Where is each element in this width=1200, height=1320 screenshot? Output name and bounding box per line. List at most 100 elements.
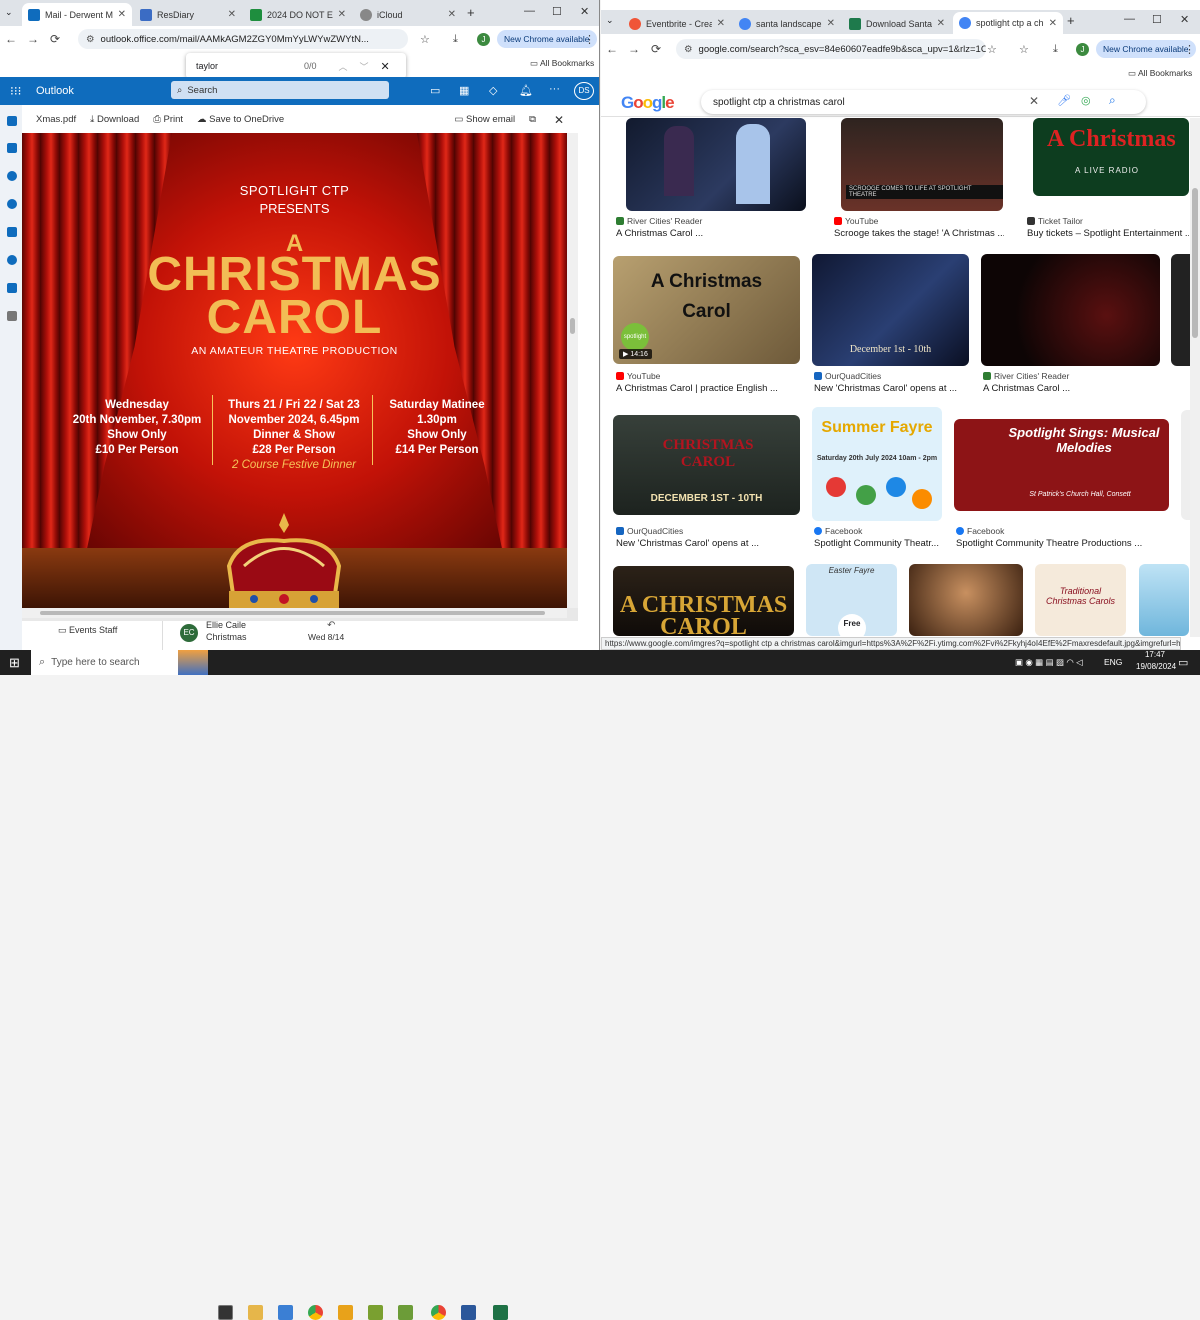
result-source[interactable]: Facebook <box>814 526 862 536</box>
app-launcher-icon[interactable]: ⁝⁝⁝ <box>10 84 21 98</box>
result-caption[interactable]: A Christmas Carol | practice English ... <box>616 383 796 394</box>
result-source[interactable]: YouTube <box>616 371 660 381</box>
popout-icon[interactable]: ⧉ <box>529 114 536 125</box>
close-window-button[interactable]: ✕ <box>1180 13 1189 26</box>
maximize-button[interactable]: ☐ <box>552 5 562 18</box>
minimize-button[interactable]: — <box>1124 13 1135 25</box>
all-bookmarks[interactable]: ▭ All Bookmarks <box>1128 68 1192 79</box>
back-button[interactable]: ← <box>0 32 22 46</box>
result-source[interactable]: Ticket Tailor <box>1027 216 1083 226</box>
pdf-vertical-scrollbar[interactable] <box>567 133 578 608</box>
pdf-horizontal-scrollbar[interactable] <box>22 608 567 618</box>
user-avatar[interactable]: DS <box>574 82 594 100</box>
taskbar-search-input[interactable]: ⌕ Type here to search <box>31 650 208 675</box>
result-image-7[interactable]: CHRISTMAS CAROL DECEMBER 1ST - 10TH <box>613 415 800 515</box>
result-caption[interactable]: New 'Christmas Carol' opens at ... <box>616 538 796 549</box>
folder-events-staff[interactable]: ▭ Events Staff <box>58 625 117 636</box>
new-tab-button[interactable]: + <box>467 5 475 20</box>
mail-icon[interactable] <box>7 116 17 126</box>
reload-button[interactable]: ⟳ <box>44 32 66 46</box>
close-tab-icon[interactable]: ✕ <box>228 9 236 20</box>
forward-button[interactable]: → <box>22 32 44 46</box>
result-source[interactable]: Facebook <box>956 526 1004 536</box>
app-icon[interactable] <box>368 1305 383 1320</box>
bookmark-star-icon[interactable]: ☆ <box>420 33 430 46</box>
result-image-3[interactable]: A Christmas A LIVE RADIO <box>1033 118 1189 196</box>
tab-icloud[interactable]: iCloud ✕ <box>354 3 462 26</box>
new-tab-button[interactable]: + <box>1067 13 1075 28</box>
meet-icon[interactable]: ▭ <box>430 84 440 97</box>
tab-download-santa[interactable]: Download Santa Cl ✕ <box>843 12 951 35</box>
message-subject[interactable]: Christmas <box>206 632 247 642</box>
more-icon[interactable]: ··· <box>549 83 560 95</box>
tab-mail[interactable]: Mail - Derwent Mai ✕ <box>22 3 132 26</box>
google-search-input[interactable]: spotlight ctp a christmas carol ✕ 🎤︎ ◎ ⌕ <box>701 90 1146 114</box>
result-source[interactable]: River Cities' Reader <box>983 371 1069 381</box>
close-preview-icon[interactable]: ✕ <box>554 113 564 127</box>
profile-avatar[interactable]: J <box>1076 43 1089 56</box>
tray-icons[interactable]: ▣ ◉ ▦ ▤ ▨ ◠ ◁ <box>1015 657 1083 668</box>
bookmark-star-icon[interactable]: ☆ <box>987 43 997 56</box>
word-icon[interactable] <box>461 1305 476 1320</box>
tab-eventbrite[interactable]: Eventbrite - Create ✕ <box>623 12 731 35</box>
close-window-button[interactable]: ✕ <box>580 5 589 18</box>
result-source[interactable]: River Cities' Reader <box>616 216 702 226</box>
people-icon[interactable] <box>7 171 17 181</box>
result-image-1[interactable] <box>626 118 806 211</box>
find-prev-icon[interactable]: ︿ <box>339 60 348 73</box>
sticky-notes-icon[interactable] <box>338 1305 353 1320</box>
result-caption[interactable]: Buy tickets – Spotlight Entertainment ..… <box>1027 228 1189 239</box>
calculator-icon[interactable] <box>278 1305 293 1320</box>
find-close-icon[interactable]: ✕ <box>381 60 390 73</box>
result-image-4[interactable]: A Christmas Carol spotlight ▶ 14:16 <box>613 256 800 364</box>
notifications-icon[interactable]: ▭ <box>1178 656 1188 669</box>
file-explorer-icon[interactable] <box>248 1305 263 1320</box>
close-tab-icon[interactable]: ✕ <box>448 9 456 20</box>
print-button[interactable]: ⎙ Print <box>153 114 183 125</box>
groups-icon[interactable] <box>7 199 17 209</box>
teams-icon[interactable] <box>7 283 17 293</box>
new-chrome-button[interactable]: New Chrome available <box>497 30 597 48</box>
language-indicator[interactable]: ENG <box>1104 657 1122 667</box>
result-caption[interactable]: Spotlight Community Theatre Productions … <box>956 538 1181 549</box>
lens-icon[interactable]: ◎ <box>1081 94 1091 107</box>
result-image-9[interactable]: Spotlight Sings: Musical Melodies St Pat… <box>954 419 1169 511</box>
microphone-icon[interactable]: 🎤︎ <box>1057 94 1071 107</box>
tab-sheet[interactable]: 2024 DO NOT EDIT ✕ <box>244 3 352 26</box>
result-caption[interactable]: New 'Christmas Carol' opens at ... <box>814 383 974 394</box>
minimize-button[interactable]: — <box>524 5 535 17</box>
outlook-search-input[interactable]: ⌕ Search <box>171 81 389 99</box>
search-icon[interactable]: ⌕ <box>1109 93 1116 108</box>
result-source[interactable]: YouTube <box>834 216 878 226</box>
extension-icon[interactable]: ☆ <box>1019 43 1029 56</box>
result-caption[interactable]: A Christmas Carol ... <box>616 228 796 239</box>
app-icon[interactable] <box>398 1305 413 1320</box>
result-image-11[interactable]: Easter Fayre Free <box>806 564 897 636</box>
close-tab-icon[interactable]: ✕ <box>937 18 945 29</box>
address-bar[interactable]: ⚙ google.com/search?sca_esv=84e60607eadf… <box>676 39 986 59</box>
forward-button[interactable]: → <box>623 42 645 56</box>
close-tab-icon[interactable]: ✕ <box>338 9 346 20</box>
result-source[interactable]: OurQuadCities <box>814 371 881 381</box>
clear-search-icon[interactable]: ✕ <box>1029 94 1039 108</box>
result-image-13[interactable]: Traditional Christmas Carols <box>1035 564 1126 636</box>
results-scrollbar[interactable] <box>1190 118 1200 637</box>
download-icon[interactable]: ⤓ <box>453 33 458 46</box>
maximize-button[interactable]: ☐ <box>1152 13 1162 26</box>
tab-search-icon[interactable]: ⌄ <box>5 7 13 18</box>
todo-icon[interactable]: ◇ <box>489 84 497 97</box>
calendar-icon[interactable]: ▦ <box>459 84 469 97</box>
result-caption[interactable]: Scrooge takes the stage! 'A Christmas ..… <box>834 228 1004 239</box>
result-image-8[interactable]: Summer Fayre Saturday 20th July 2024 10a… <box>812 407 942 521</box>
menu-kebab-icon[interactable]: ⋮ <box>1184 43 1195 56</box>
bell-icon[interactable]: 🔔︎ <box>519 84 533 97</box>
result-caption[interactable]: A Christmas Carol ... <box>983 383 1153 394</box>
result-image-10[interactable]: A CHRISTMAS CAROL <box>613 566 794 636</box>
task-view-icon[interactable] <box>218 1305 233 1320</box>
show-email-button[interactable]: ▭ Show email <box>454 114 515 125</box>
find-next-icon[interactable]: ﹀ <box>360 60 369 73</box>
new-chrome-button[interactable]: New Chrome available <box>1096 40 1196 58</box>
close-tab-icon[interactable]: ✕ <box>1049 18 1057 29</box>
result-image-14[interactable] <box>1139 564 1189 636</box>
result-image-12[interactable] <box>909 564 1023 636</box>
